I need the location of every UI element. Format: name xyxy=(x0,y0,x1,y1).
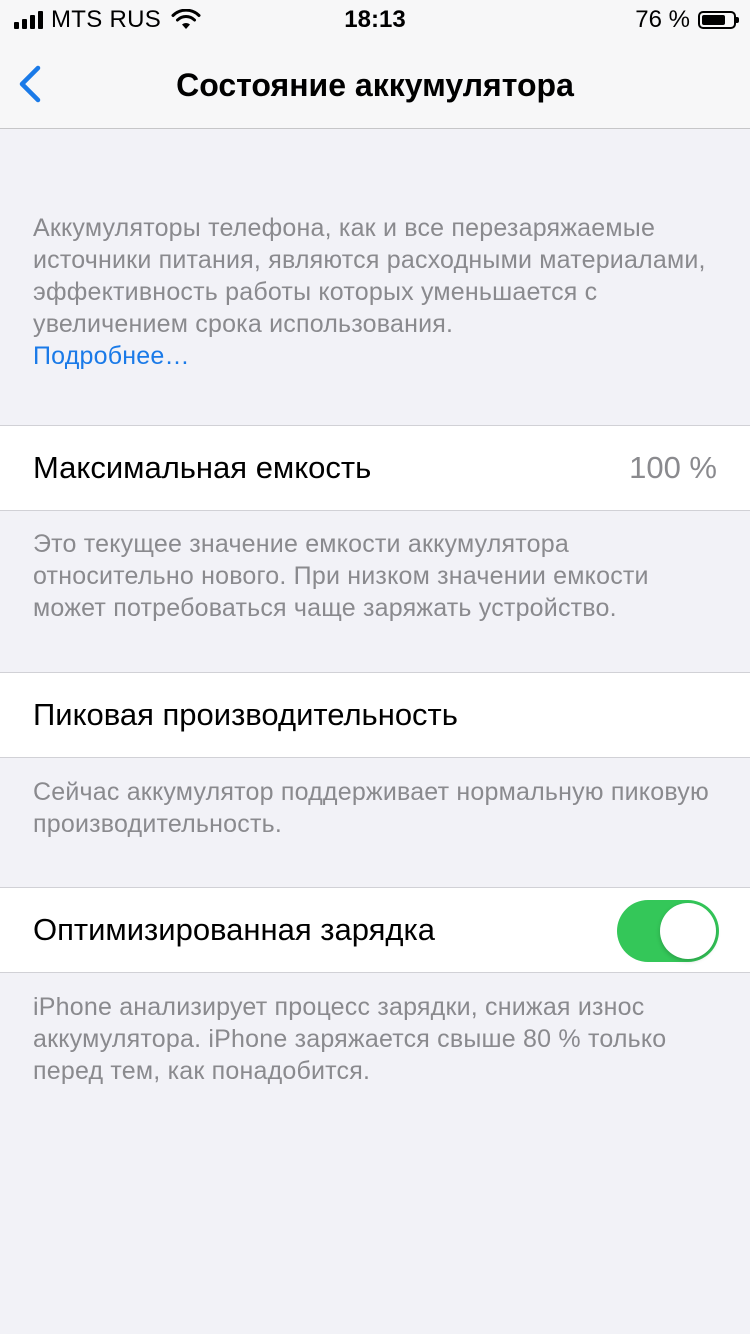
optimized-charging-label: Оптимизированная зарядка xyxy=(33,912,436,947)
optimized-charging-row: Оптимизированная зарядка xyxy=(0,887,750,973)
navigation-bar: Состояние аккумулятора xyxy=(0,40,750,129)
battery-icon xyxy=(698,11,739,29)
peak-performance-row: Пиковая производительность xyxy=(0,672,750,758)
learn-more-link[interactable]: Подробнее… xyxy=(33,340,723,372)
page-title: Состояние аккумулятора xyxy=(176,67,574,103)
max-capacity-label: Максимальная емкость xyxy=(33,450,372,485)
peak-performance-label: Пиковая производительность xyxy=(33,697,458,732)
max-capacity-footer: Это текущее значение емкости аккумулятор… xyxy=(33,530,649,622)
optimized-charging-footer: iPhone анализирует процесс зарядки, сниж… xyxy=(33,993,667,1085)
optimized-charging-toggle[interactable] xyxy=(617,900,719,962)
max-capacity-value: 100 % xyxy=(629,450,717,485)
peak-performance-footer: Сейчас аккумулятор поддерживает нормальн… xyxy=(33,778,709,838)
intro-text: Аккумуляторы телефона, как и все перезар… xyxy=(33,214,706,338)
max-capacity-row: Максимальная емкость 100 % xyxy=(0,425,750,511)
status-bar: MTS RUS 18:13 76 % xyxy=(0,0,750,40)
battery-percent: 76 % xyxy=(635,6,690,33)
status-bar-right: 76 % xyxy=(635,6,739,34)
intro-description: Аккумуляторы телефона, как и все перезар… xyxy=(33,212,723,372)
battery-level-fill xyxy=(702,15,725,25)
toggle-knob xyxy=(660,903,716,959)
